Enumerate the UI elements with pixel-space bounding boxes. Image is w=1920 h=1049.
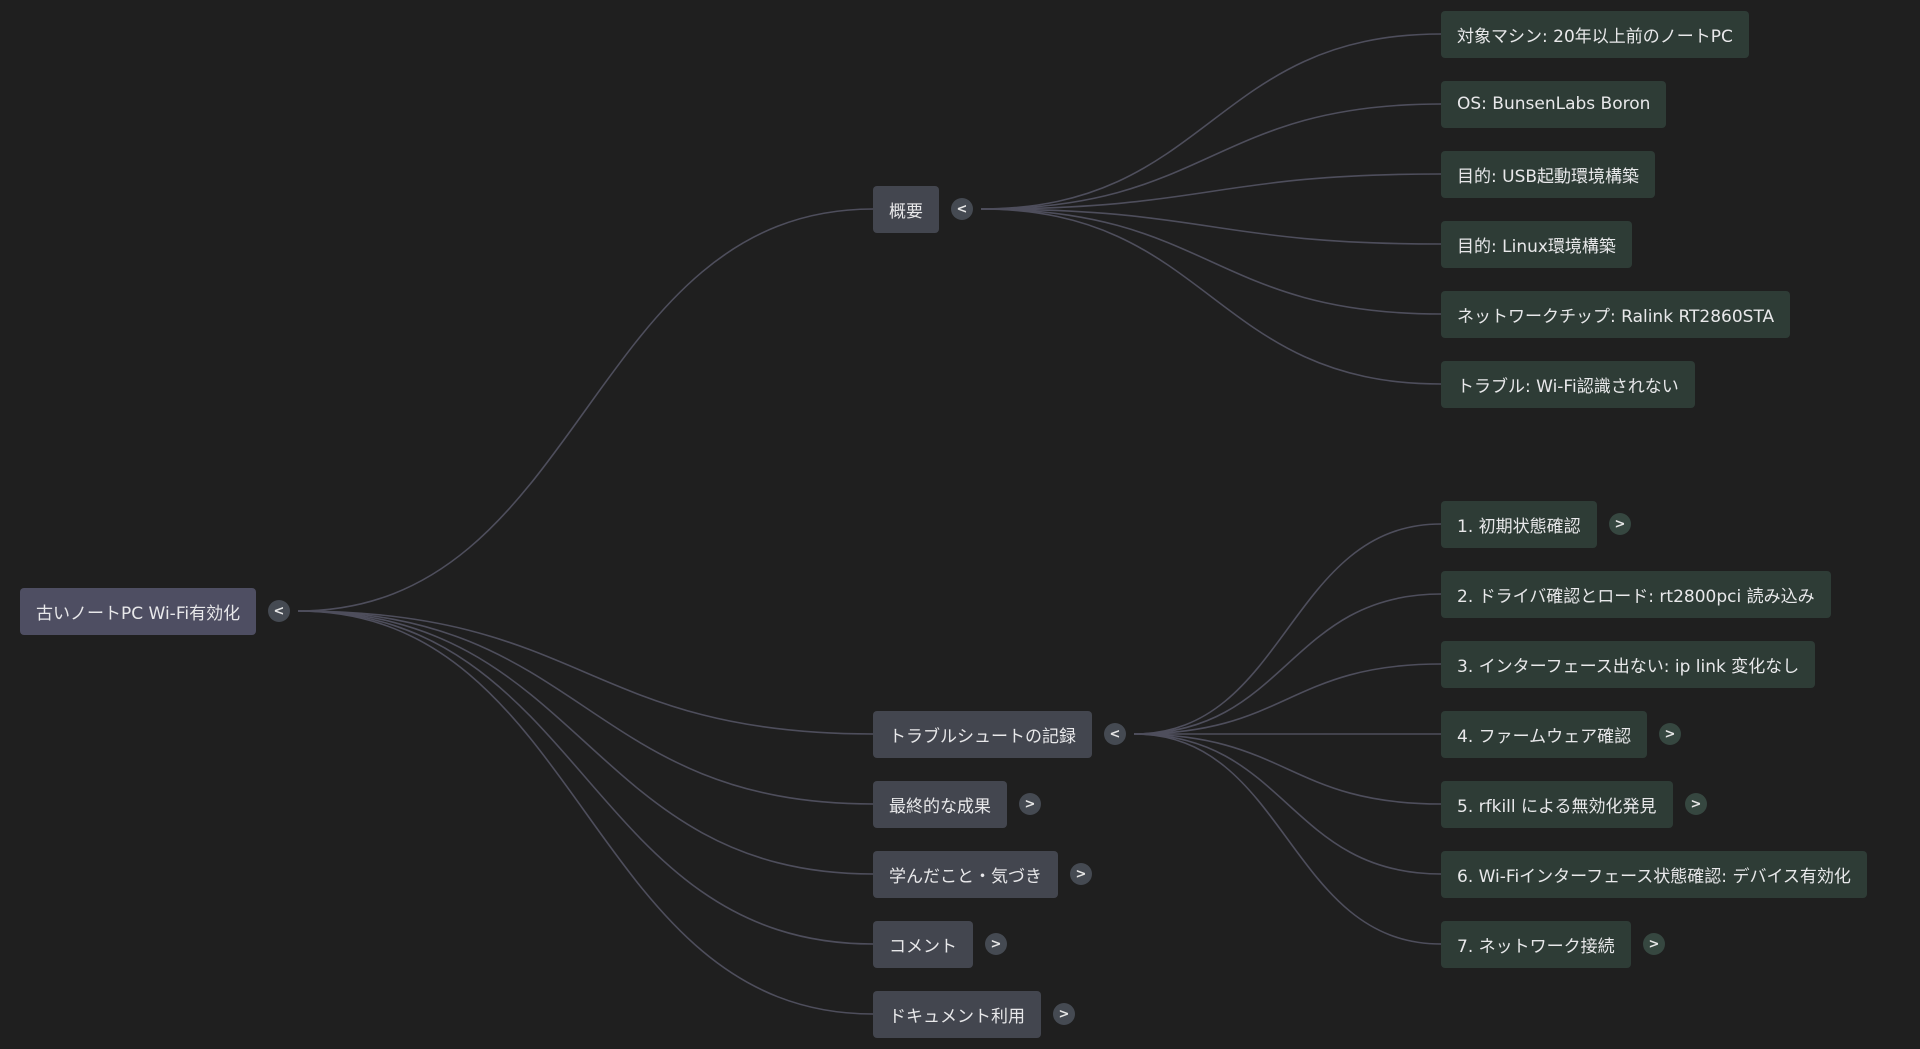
link-troubleshoot-log-to-leaf-3	[1133, 663, 1442, 735]
link-root-to-document-usage	[297, 610, 874, 1015]
troubleshoot-log-leaf-4-label: 4. ファームウェア確認	[1457, 726, 1632, 747]
branch-node-troubleshoot-log[interactable]: トラブルシュートの記録	[873, 710, 1092, 758]
branch-node-overview[interactable]: 概要	[873, 185, 939, 233]
root-node-label: 古いノートPC Wi-Fi有効化	[36, 603, 241, 624]
overview-leaf-6[interactable]: トラブル: Wi-Fi認識されない	[1441, 360, 1695, 408]
link-troubleshoot-log-to-leaf-2	[1133, 593, 1442, 735]
troubleshoot-log-leaf-7[interactable]: 7. ネットワーク接続	[1441, 920, 1631, 968]
branch-node-document-usage-label: ドキュメント利用	[889, 1006, 1025, 1027]
mindmap-canvas: 古いノートPC Wi-Fi有効化 < 概要 < 対象マシン: 20年以上前のノートPC O…	[0, 0, 1920, 1049]
document-usage-expand-toggle[interactable]: >	[1053, 1003, 1075, 1025]
branch-node-comments-label: コメント	[889, 936, 957, 957]
overview-leaf-3-label: 目的: USB起動環境構築	[1457, 166, 1640, 187]
link-overview-to-leaf-5	[980, 208, 1442, 315]
branch-node-final-result[interactable]: 最終的な成果	[873, 780, 1007, 828]
troubleshoot-log-leaf-4-expand-toggle[interactable]: >	[1659, 723, 1681, 745]
overview-leaf-1[interactable]: 対象マシン: 20年以上前のノートPC	[1441, 10, 1749, 58]
comments-expand-toggle[interactable]: >	[985, 933, 1007, 955]
overview-leaf-4-label: 目的: Linux環境構築	[1457, 236, 1616, 257]
root-collapse-toggle[interactable]: <	[268, 600, 290, 622]
link-troubleshoot-log-to-leaf-7	[1133, 733, 1442, 945]
link-overview-to-leaf-6	[980, 208, 1442, 385]
troubleshoot-log-leaf-4[interactable]: 4. ファームウェア確認	[1441, 710, 1648, 758]
branch-node-learnings[interactable]: 学んだこと・気づき	[873, 850, 1058, 898]
troubleshoot-log-leaf-3[interactable]: 3. インターフェース出ない: ip link 変化なし	[1441, 640, 1816, 688]
branch-node-overview-label: 概要	[889, 201, 923, 222]
branch-node-learnings-label: 学んだこと・気づき	[889, 866, 1042, 887]
overview-leaf-1-label: 対象マシン: 20年以上前のノートPC	[1457, 26, 1733, 47]
link-troubleshoot-log-to-leaf-6	[1133, 733, 1442, 875]
overview-leaf-2[interactable]: OS: BunsenLabs Boron	[1441, 80, 1667, 128]
troubleshoot-log-leaf-2[interactable]: 2. ドライバ確認とロード: rt2800pci 読み込み	[1441, 570, 1831, 618]
link-root-to-overview	[297, 208, 874, 612]
branch-node-final-result-label: 最終的な成果	[889, 796, 991, 817]
troubleshoot-log-leaf-6-label: 6. Wi-Fiインターフェース状態確認: デバイス有効化	[1457, 866, 1851, 887]
troubleshoot-log-leaf-1-label: 1. 初期状態確認	[1457, 516, 1581, 537]
link-root-to-learnings	[297, 610, 874, 875]
link-troubleshoot-log-to-leaf-1	[1133, 523, 1442, 735]
troubleshoot-log-collapse-toggle[interactable]: <	[1104, 723, 1126, 745]
branch-node-document-usage[interactable]: ドキュメント利用	[873, 990, 1041, 1038]
troubleshoot-log-leaf-5[interactable]: 5. rfkill による無効化発見	[1441, 780, 1673, 828]
troubleshoot-log-leaf-1[interactable]: 1. 初期状態確認	[1441, 500, 1597, 548]
link-overview-to-leaf-2	[980, 103, 1442, 210]
overview-collapse-toggle[interactable]: <	[951, 198, 973, 220]
root-node[interactable]: 古いノートPC Wi-Fi有効化	[20, 587, 257, 635]
link-overview-to-leaf-3	[980, 173, 1442, 210]
overview-leaf-5[interactable]: ネットワークチップ: Ralink RT2860STA	[1441, 290, 1791, 338]
final-result-expand-toggle[interactable]: >	[1019, 793, 1041, 815]
overview-leaf-5-label: ネットワークチップ: Ralink RT2860STA	[1457, 306, 1775, 327]
troubleshoot-log-leaf-7-label: 7. ネットワーク接続	[1457, 936, 1615, 957]
overview-leaf-2-label: OS: BunsenLabs Boron	[1457, 94, 1651, 114]
troubleshoot-log-leaf-1-expand-toggle[interactable]: >	[1609, 513, 1631, 535]
troubleshoot-log-leaf-5-label: 5. rfkill による無効化発見	[1457, 796, 1657, 817]
troubleshoot-log-leaf-6[interactable]: 6. Wi-Fiインターフェース状態確認: デバイス有効化	[1441, 850, 1867, 898]
troubleshoot-log-leaf-7-expand-toggle[interactable]: >	[1643, 933, 1665, 955]
link-root-to-final-result	[297, 610, 874, 805]
overview-leaf-6-label: トラブル: Wi-Fi認識されない	[1457, 376, 1679, 397]
overview-leaf-4[interactable]: 目的: Linux環境構築	[1441, 220, 1632, 268]
troubleshoot-log-leaf-5-expand-toggle[interactable]: >	[1685, 793, 1707, 815]
learnings-expand-toggle[interactable]: >	[1070, 863, 1092, 885]
branch-node-comments[interactable]: コメント	[873, 920, 973, 968]
link-root-to-comments	[297, 610, 874, 945]
branch-node-troubleshoot-log-label: トラブルシュートの記録	[889, 726, 1076, 747]
overview-leaf-3[interactable]: 目的: USB起動環境構築	[1441, 150, 1656, 198]
troubleshoot-log-leaf-3-label: 3. インターフェース出ない: ip link 変化なし	[1457, 656, 1800, 677]
link-overview-to-leaf-4	[980, 208, 1442, 245]
troubleshoot-log-leaf-2-label: 2. ドライバ確認とロード: rt2800pci 読み込み	[1457, 586, 1815, 607]
link-overview-to-leaf-1	[980, 33, 1442, 210]
link-troubleshoot-log-to-leaf-5	[1133, 733, 1442, 805]
link-root-to-troubleshoot-log	[297, 610, 874, 735]
